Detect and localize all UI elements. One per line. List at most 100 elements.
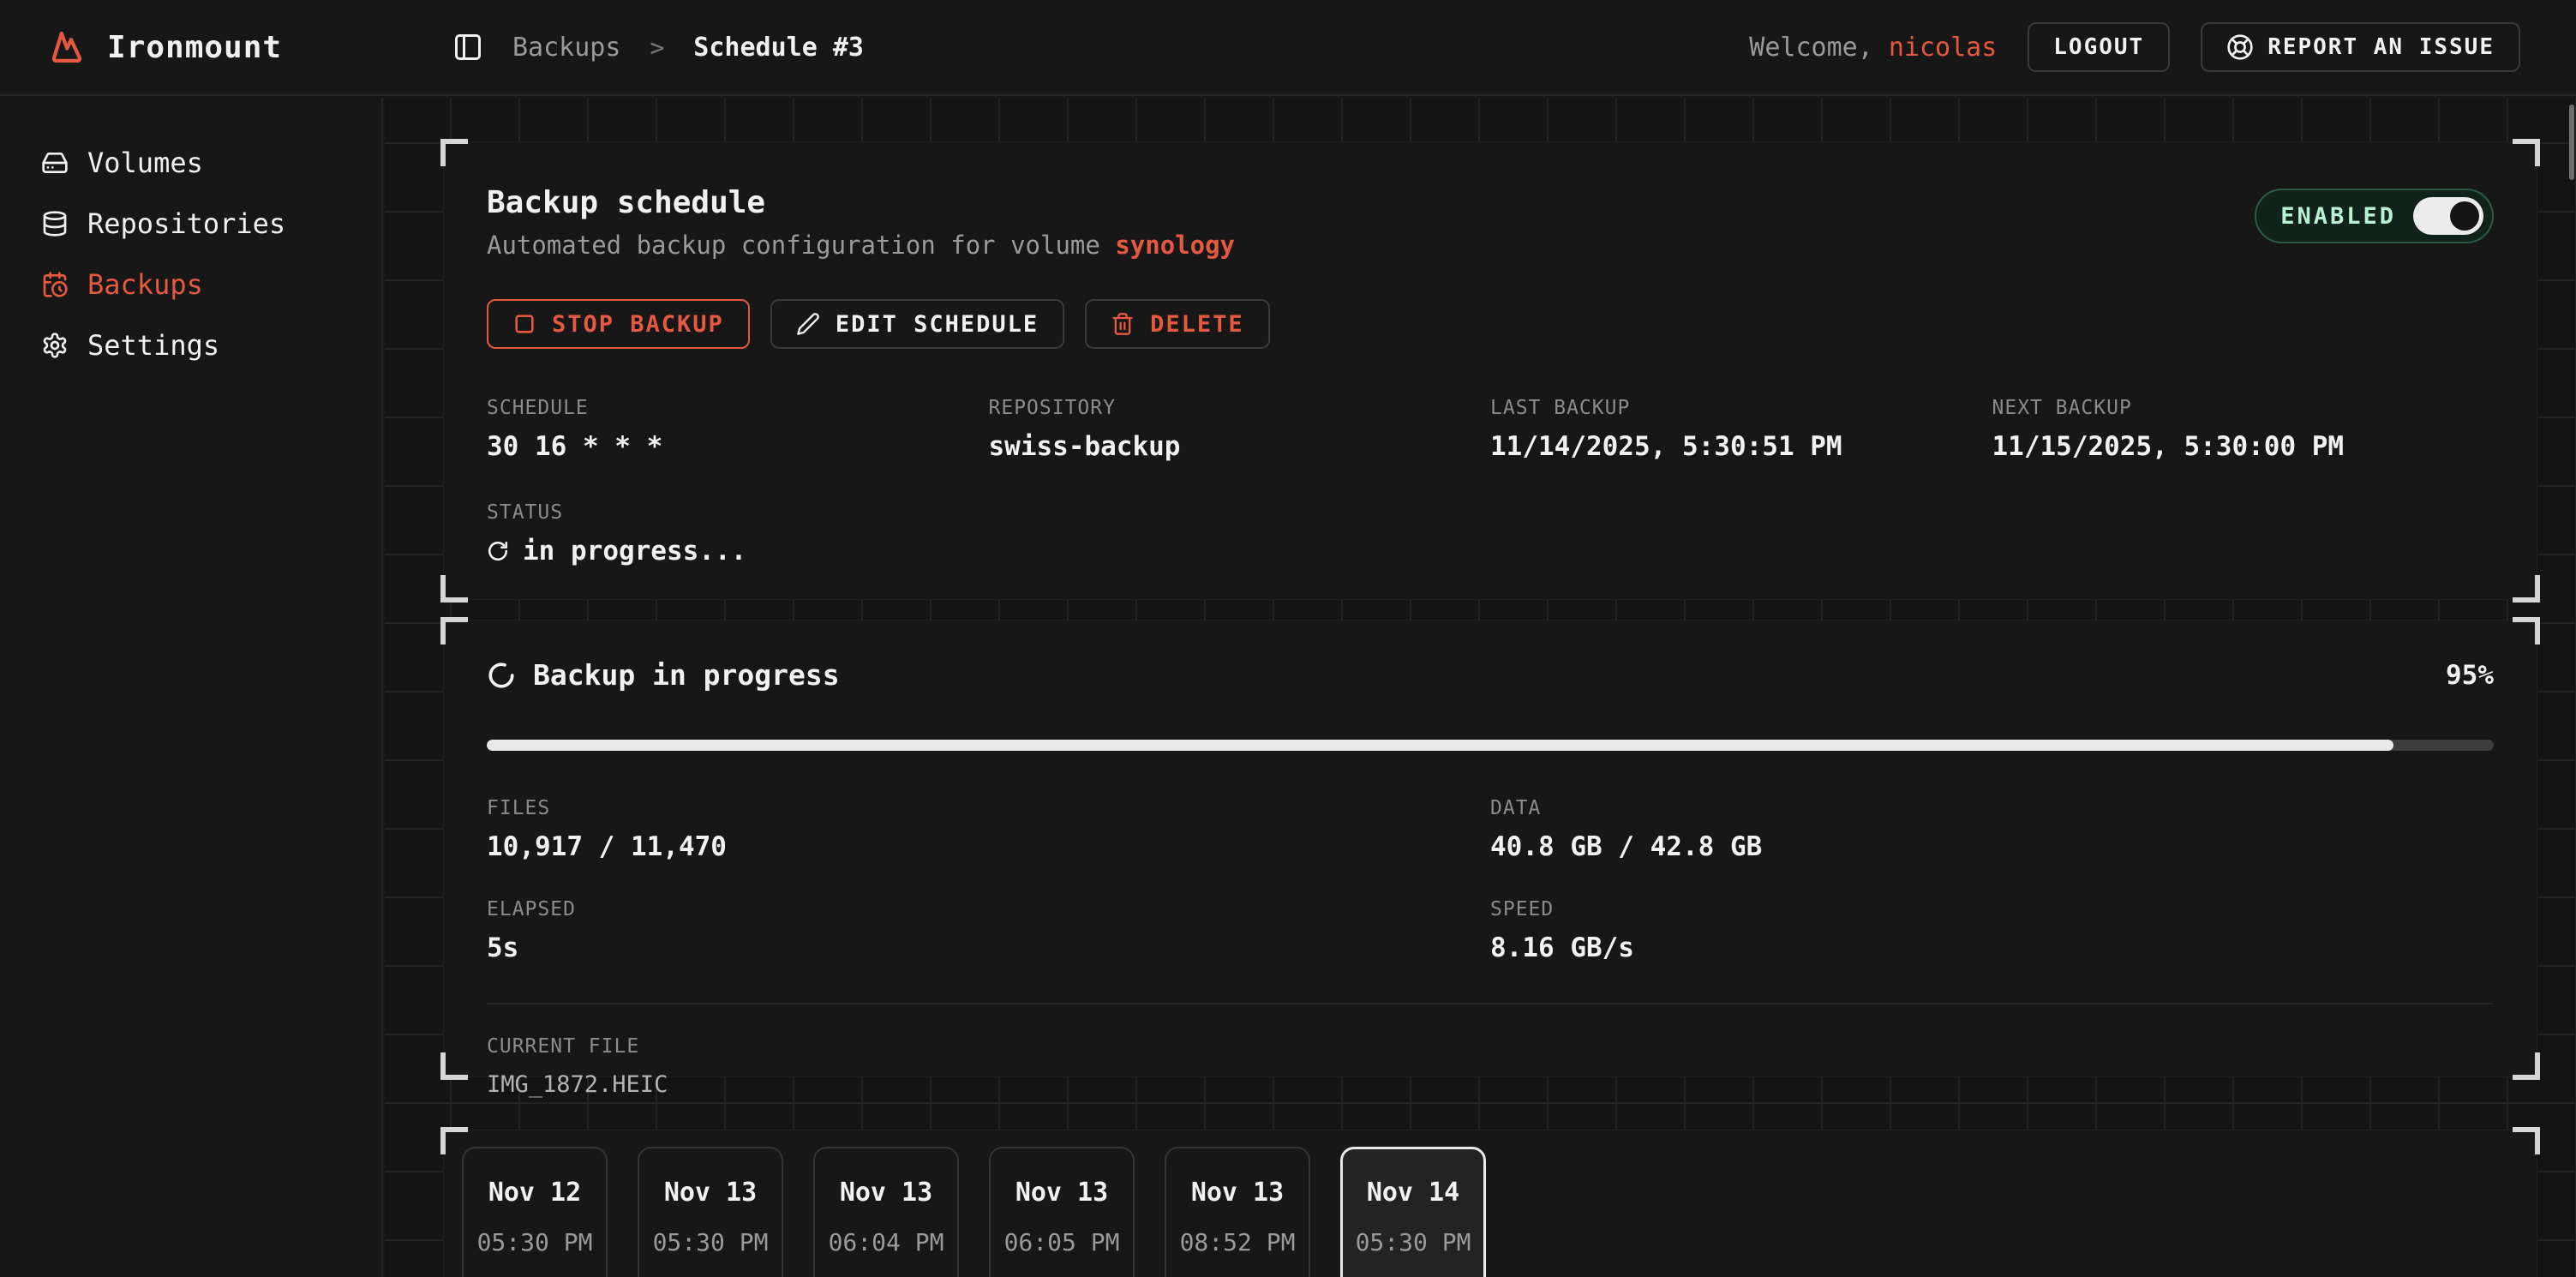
history-date: Nov 13: [815, 1178, 957, 1208]
mountain-logo-icon: [47, 27, 87, 67]
sidebar-item-backups[interactable]: Backups: [0, 254, 381, 315]
report-issue-button[interactable]: REPORT AN ISSUE: [2201, 22, 2520, 72]
scrollbar-thumb[interactable]: [2569, 105, 2574, 180]
field-value: swiss-backup: [989, 431, 1491, 462]
history-card[interactable]: Nov 13 06:05 PM 92.2 GB: [989, 1147, 1135, 1277]
corner-bracket: [2513, 139, 2540, 166]
stat-value: 5s: [487, 932, 1490, 963]
welcome-prefix: Welcome,: [1749, 33, 1889, 63]
history-time: 06:05 PM: [991, 1228, 1133, 1256]
history-card[interactable]: Nov 12 05:30 PM 92.2 GB: [462, 1147, 608, 1277]
breadcrumb-current-page: Schedule #3: [693, 33, 864, 63]
stop-backup-button[interactable]: STOP BACKUP: [487, 299, 750, 349]
history-card[interactable]: Nov 13 08:52 PM 92.2 GB: [1165, 1147, 1310, 1277]
pencil-icon: [796, 312, 820, 336]
backup-history-card: Nov 12 05:30 PM 92.2 GB Nov 13 05:30 PM …: [443, 1130, 2537, 1277]
topbar-right: Welcome, nicolas LOGOUT REPORT AN ISSUE: [1749, 22, 2576, 72]
report-issue-label: REPORT AN ISSUE: [2267, 34, 2495, 60]
breadcrumb-section[interactable]: Backups: [512, 33, 620, 63]
corner-bracket: [2513, 575, 2540, 603]
welcome-text: Welcome, nicolas: [1749, 33, 1997, 63]
hard-drive-icon: [41, 149, 69, 177]
history-card[interactable]: Nov 13 05:30 PM 92.2 GB: [638, 1147, 783, 1277]
schedule-fields: SCHEDULE 30 16 * * * REPOSITORY swiss-ba…: [487, 397, 2494, 462]
main-content: Backup schedule Automated backup configu…: [385, 98, 2576, 1277]
history-date: Nov 13: [1166, 1178, 1309, 1208]
sidebar-item-label: Repositories: [87, 207, 285, 240]
corner-bracket: [2513, 1127, 2540, 1154]
progress-title: Backup in progress: [533, 658, 840, 692]
stat-label: DATA: [1490, 797, 2494, 819]
stat-files: FILES 10,917 / 11,470: [487, 797, 1490, 862]
current-file-block: CURRENT FILE IMG_1872.HEIC: [487, 1035, 2494, 1098]
corner-bracket: [440, 1052, 468, 1080]
panel-toggle-icon[interactable]: [452, 32, 483, 63]
history-card[interactable]: Nov 14 05:30 PM 92.2 GB: [1340, 1147, 1486, 1277]
brand: Ironmount: [0, 27, 383, 67]
card-subtitle: Automated backup configuration for volum…: [487, 231, 1235, 260]
subtitle-prefix: Automated backup configuration for volum…: [487, 231, 1115, 260]
history-time: 05:30 PM: [639, 1228, 782, 1256]
current-file-value: IMG_1872.HEIC: [487, 1071, 2494, 1098]
corner-bracket: [440, 139, 468, 166]
field-schedule: SCHEDULE 30 16 * * *: [487, 397, 989, 462]
stat-value: 10,917 / 11,470: [487, 831, 1490, 862]
sidebar-item-repositories[interactable]: Repositories: [0, 193, 381, 254]
field-next-backup: NEXT BACKUP 11/15/2025, 5:30:00 PM: [1992, 397, 2495, 462]
divider: [487, 1003, 2494, 1004]
field-value: 30 16 * * *: [487, 431, 989, 462]
stat-label: SPEED: [1490, 898, 2494, 920]
history-card[interactable]: Nov 13 06:04 PM 92.2 GB: [813, 1147, 959, 1277]
history-row: Nov 12 05:30 PM 92.2 GB Nov 13 05:30 PM …: [462, 1147, 2537, 1277]
spinner-icon: [487, 661, 516, 690]
delete-label: DELETE: [1150, 311, 1244, 338]
field-label: LAST BACKUP: [1490, 397, 1992, 419]
stat-elapsed: ELAPSED 5s: [487, 898, 1490, 963]
field-repository: REPOSITORY swiss-backup: [989, 397, 1491, 462]
enabled-label: ENABLED: [2280, 203, 2396, 230]
edit-schedule-button[interactable]: EDIT SCHEDULE: [770, 299, 1064, 349]
database-icon: [41, 210, 69, 237]
delete-button[interactable]: DELETE: [1085, 299, 1270, 349]
username: nicolas: [1889, 33, 1997, 63]
breadcrumb-separator-icon: >: [650, 33, 664, 62]
progress-bar-fill: [487, 740, 2393, 751]
field-label: REPOSITORY: [989, 397, 1491, 419]
gear-icon: [41, 332, 69, 359]
lifebuoy-icon: [2226, 33, 2254, 61]
backup-progress-card: Backup in progress 95% FILES 10,917 / 11…: [443, 620, 2537, 1077]
field-value: 11/15/2025, 5:30:00 PM: [1992, 431, 2495, 462]
progress-percent: 95%: [2446, 660, 2494, 691]
status-label: STATUS: [487, 501, 2494, 524]
top-bar: Ironmount Backups > Schedule #3 Welcome,…: [0, 0, 2576, 96]
sidebar: Volumes Repositories Backups: [0, 98, 383, 1277]
stat-value: 8.16 GB/s: [1490, 932, 2494, 963]
sidebar-item-volumes[interactable]: Volumes: [0, 132, 381, 193]
progress-title-row: Backup in progress: [487, 658, 840, 692]
breadcrumb: Backups > Schedule #3: [452, 32, 864, 63]
corner-bracket: [2513, 617, 2540, 644]
sidebar-item-label: Settings: [87, 329, 219, 362]
toggle-switch[interactable]: [2413, 197, 2483, 235]
progress-bar: [487, 740, 2494, 751]
sidebar-item-label: Backups: [87, 268, 203, 301]
rotate-cw-icon: [487, 540, 509, 562]
history-date: Nov 13: [639, 1178, 782, 1208]
stop-backup-label: STOP BACKUP: [552, 311, 724, 338]
history-time: 08:52 PM: [1166, 1228, 1309, 1256]
corner-bracket: [2513, 1052, 2540, 1080]
history-date: Nov 14: [1343, 1178, 1483, 1208]
field-last-backup: LAST BACKUP 11/14/2025, 5:30:51 PM: [1490, 397, 1992, 462]
enabled-toggle[interactable]: ENABLED: [2255, 189, 2494, 243]
field-label: NEXT BACKUP: [1992, 397, 2495, 419]
logout-button[interactable]: LOGOUT: [2028, 22, 2170, 72]
trash-icon: [1111, 312, 1135, 336]
sidebar-item-settings[interactable]: Settings: [0, 315, 381, 375]
history-time: 05:30 PM: [1343, 1228, 1483, 1256]
schedule-actions: STOP BACKUP EDIT SCHEDULE DELETE: [487, 299, 2494, 349]
sidebar-item-label: Volumes: [87, 147, 203, 179]
stat-speed: SPEED 8.16 GB/s: [1490, 898, 2494, 963]
status-text: in progress...: [523, 536, 746, 567]
history-time: 05:30 PM: [464, 1228, 606, 1256]
stat-data: DATA 40.8 GB / 42.8 GB: [1490, 797, 2494, 862]
